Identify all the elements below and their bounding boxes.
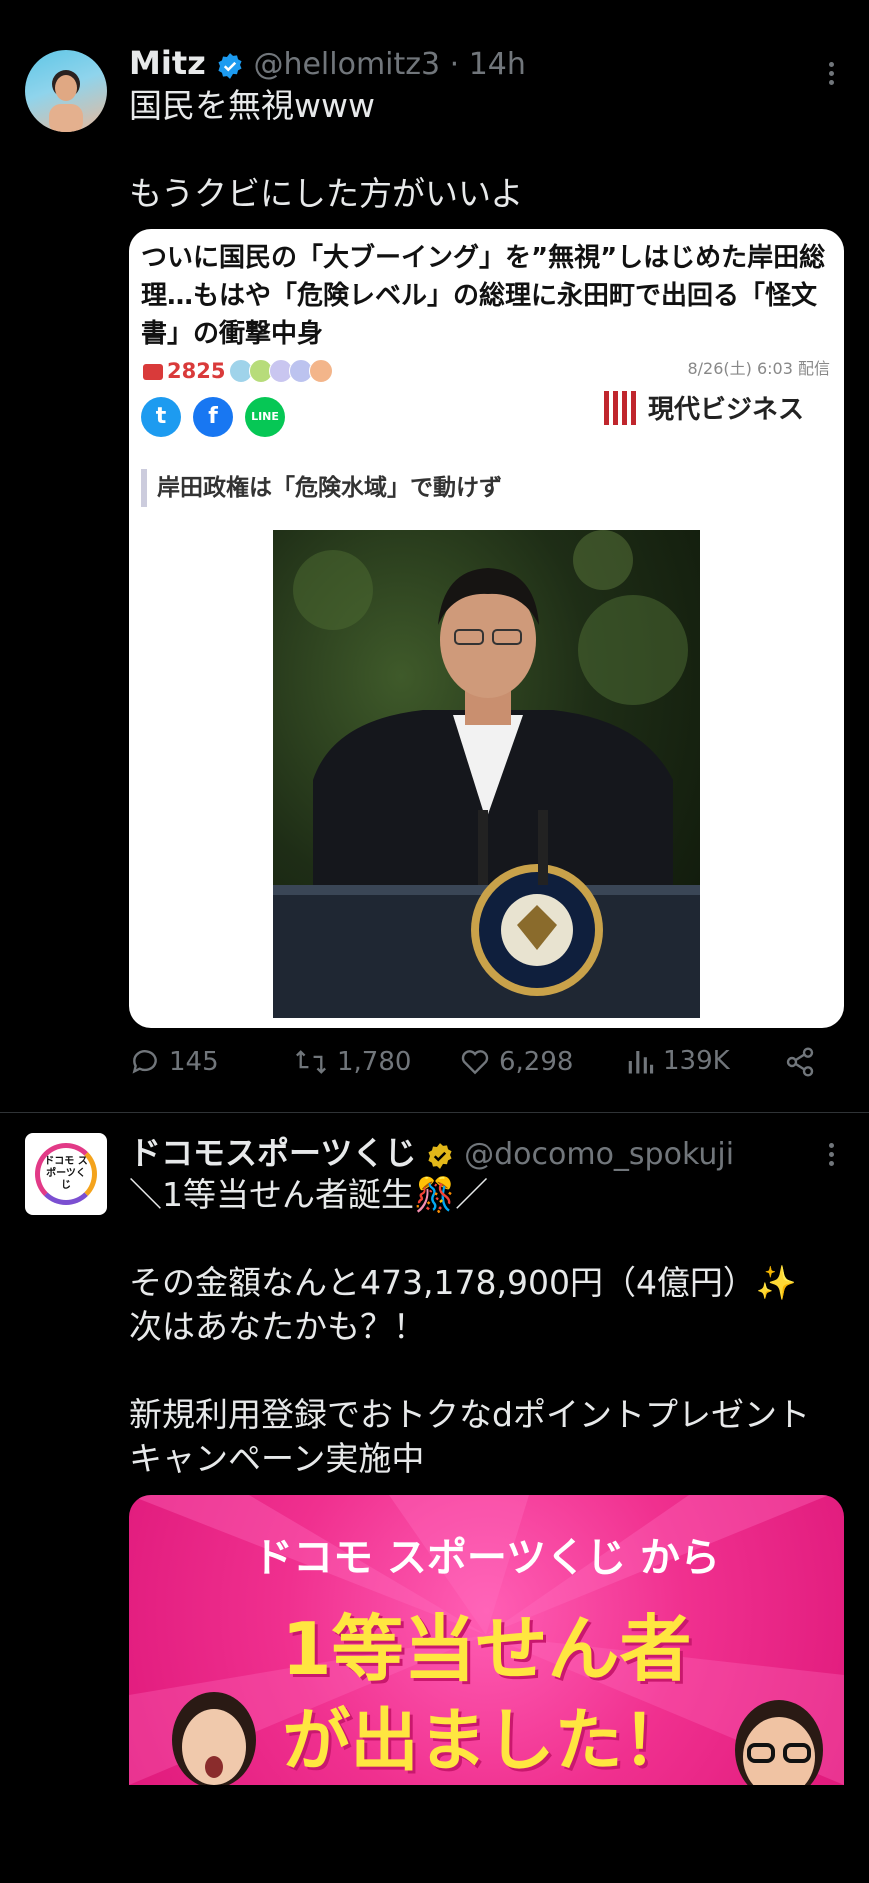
publisher-logo: 現代ビジネス <box>603 389 804 426</box>
share-icon <box>786 1047 814 1077</box>
article-headline: ついに国民の「大ブーイング」を”無視”しはじめた岸田総理…もはや「危険レベル」の… <box>141 243 826 349</box>
man-face-icon <box>735 1700 823 1785</box>
reaction-faces-icon <box>229 359 333 387</box>
article-photo <box>273 530 700 1018</box>
views-button[interactable]: 139K <box>625 1046 730 1076</box>
more-options-icon[interactable] <box>829 62 835 89</box>
publisher-name: 現代ビジネス <box>647 395 804 425</box>
article-date: 8/26(土) 6:03 配信 <box>687 359 830 378</box>
tweet-actions: 145 1,780 6,298 139K <box>129 1046 829 1096</box>
politician-at-podium-image <box>273 530 700 1018</box>
avatar[interactable]: ドコモ スポーツくじ <box>25 1133 107 1215</box>
promo-headline: 1等当せん者 <box>281 1607 692 1691</box>
tweet-text-line-1: ＼1等当せん者誕生🎊／ <box>129 1175 489 1214</box>
views-count: 139K <box>663 1046 730 1076</box>
share-button[interactable] <box>784 1046 816 1078</box>
comment-bubble-icon <box>143 364 163 380</box>
facebook-share-icon: f <box>193 397 233 437</box>
promo-image[interactable]: ドコモ スポーツくじ から 1等当せん者 が出ました！ <box>129 1495 844 1785</box>
heart-icon <box>461 1050 489 1075</box>
retweet-count: 1,780 <box>337 1047 412 1077</box>
avatar-person-icon <box>49 70 83 132</box>
publisher-bars-icon <box>603 390 636 425</box>
retweet-button[interactable]: 1,780 <box>293 1046 411 1078</box>
article-subheading: 岸田政権は「危険水域」で動けず <box>141 469 502 507</box>
comment-count: 2825 <box>143 359 225 383</box>
line-share-icon: LINE <box>245 397 285 437</box>
tweet-text-line-1: 国民を無視www <box>129 86 375 125</box>
reply-count: 145 <box>169 1047 219 1077</box>
verified-badge-icon <box>218 52 242 79</box>
tweet-text-line-5: キャンペーン実施中 <box>129 1439 425 1478</box>
tweet-header: ドコモスポーツくじ @docomo_spokuji <box>129 1128 734 1174</box>
avatar-text: ドコモ スポーツくじ <box>44 1156 88 1191</box>
tweet-divider <box>0 1112 869 1113</box>
avatar[interactable] <box>25 50 107 132</box>
tweet-text-line-4: 新規利用登録でおトクなdポイントプレゼント <box>129 1395 810 1434</box>
retweet-icon <box>296 1050 326 1074</box>
author-handle[interactable]: @hellomitz3 · 14h <box>253 47 525 80</box>
reply-icon <box>132 1050 157 1074</box>
woman-face-icon <box>172 1692 256 1785</box>
like-count: 6,298 <box>499 1047 574 1077</box>
promo-brand-text: ドコモ スポーツくじ から <box>252 1535 721 1581</box>
like-button[interactable]: 6,298 <box>459 1046 573 1078</box>
author-handle[interactable]: @docomo_spokuji <box>464 1137 734 1172</box>
views-chart-icon <box>628 1051 654 1074</box>
author-name[interactable]: Mitz <box>129 44 206 80</box>
author-name[interactable]: ドコモスポーツくじ <box>129 1134 416 1172</box>
verified-gold-badge-icon <box>428 1142 452 1169</box>
tweet-text-line-2: その金額なんと473,178,900円（4億円）✨ <box>129 1263 798 1302</box>
more-options-icon[interactable] <box>829 1143 835 1170</box>
avatar-logo-ring-icon: ドコモ スポーツくじ <box>35 1143 97 1205</box>
twitter-share-icon: t <box>141 397 181 437</box>
tweet-text-line-3: 次はあなたかも？！ <box>129 1307 426 1346</box>
tweet-header: Mitz @hellomitz3 · 14h <box>129 44 526 80</box>
tweet-text-line-2: もうクビにした方がいいよ <box>129 174 524 213</box>
reply-button[interactable]: 145 <box>129 1046 219 1078</box>
article-image-card[interactable]: ついに国民の「大ブーイング」を”無視”しはじめた岸田総理…もはや「危険レベル」の… <box>129 229 844 1028</box>
